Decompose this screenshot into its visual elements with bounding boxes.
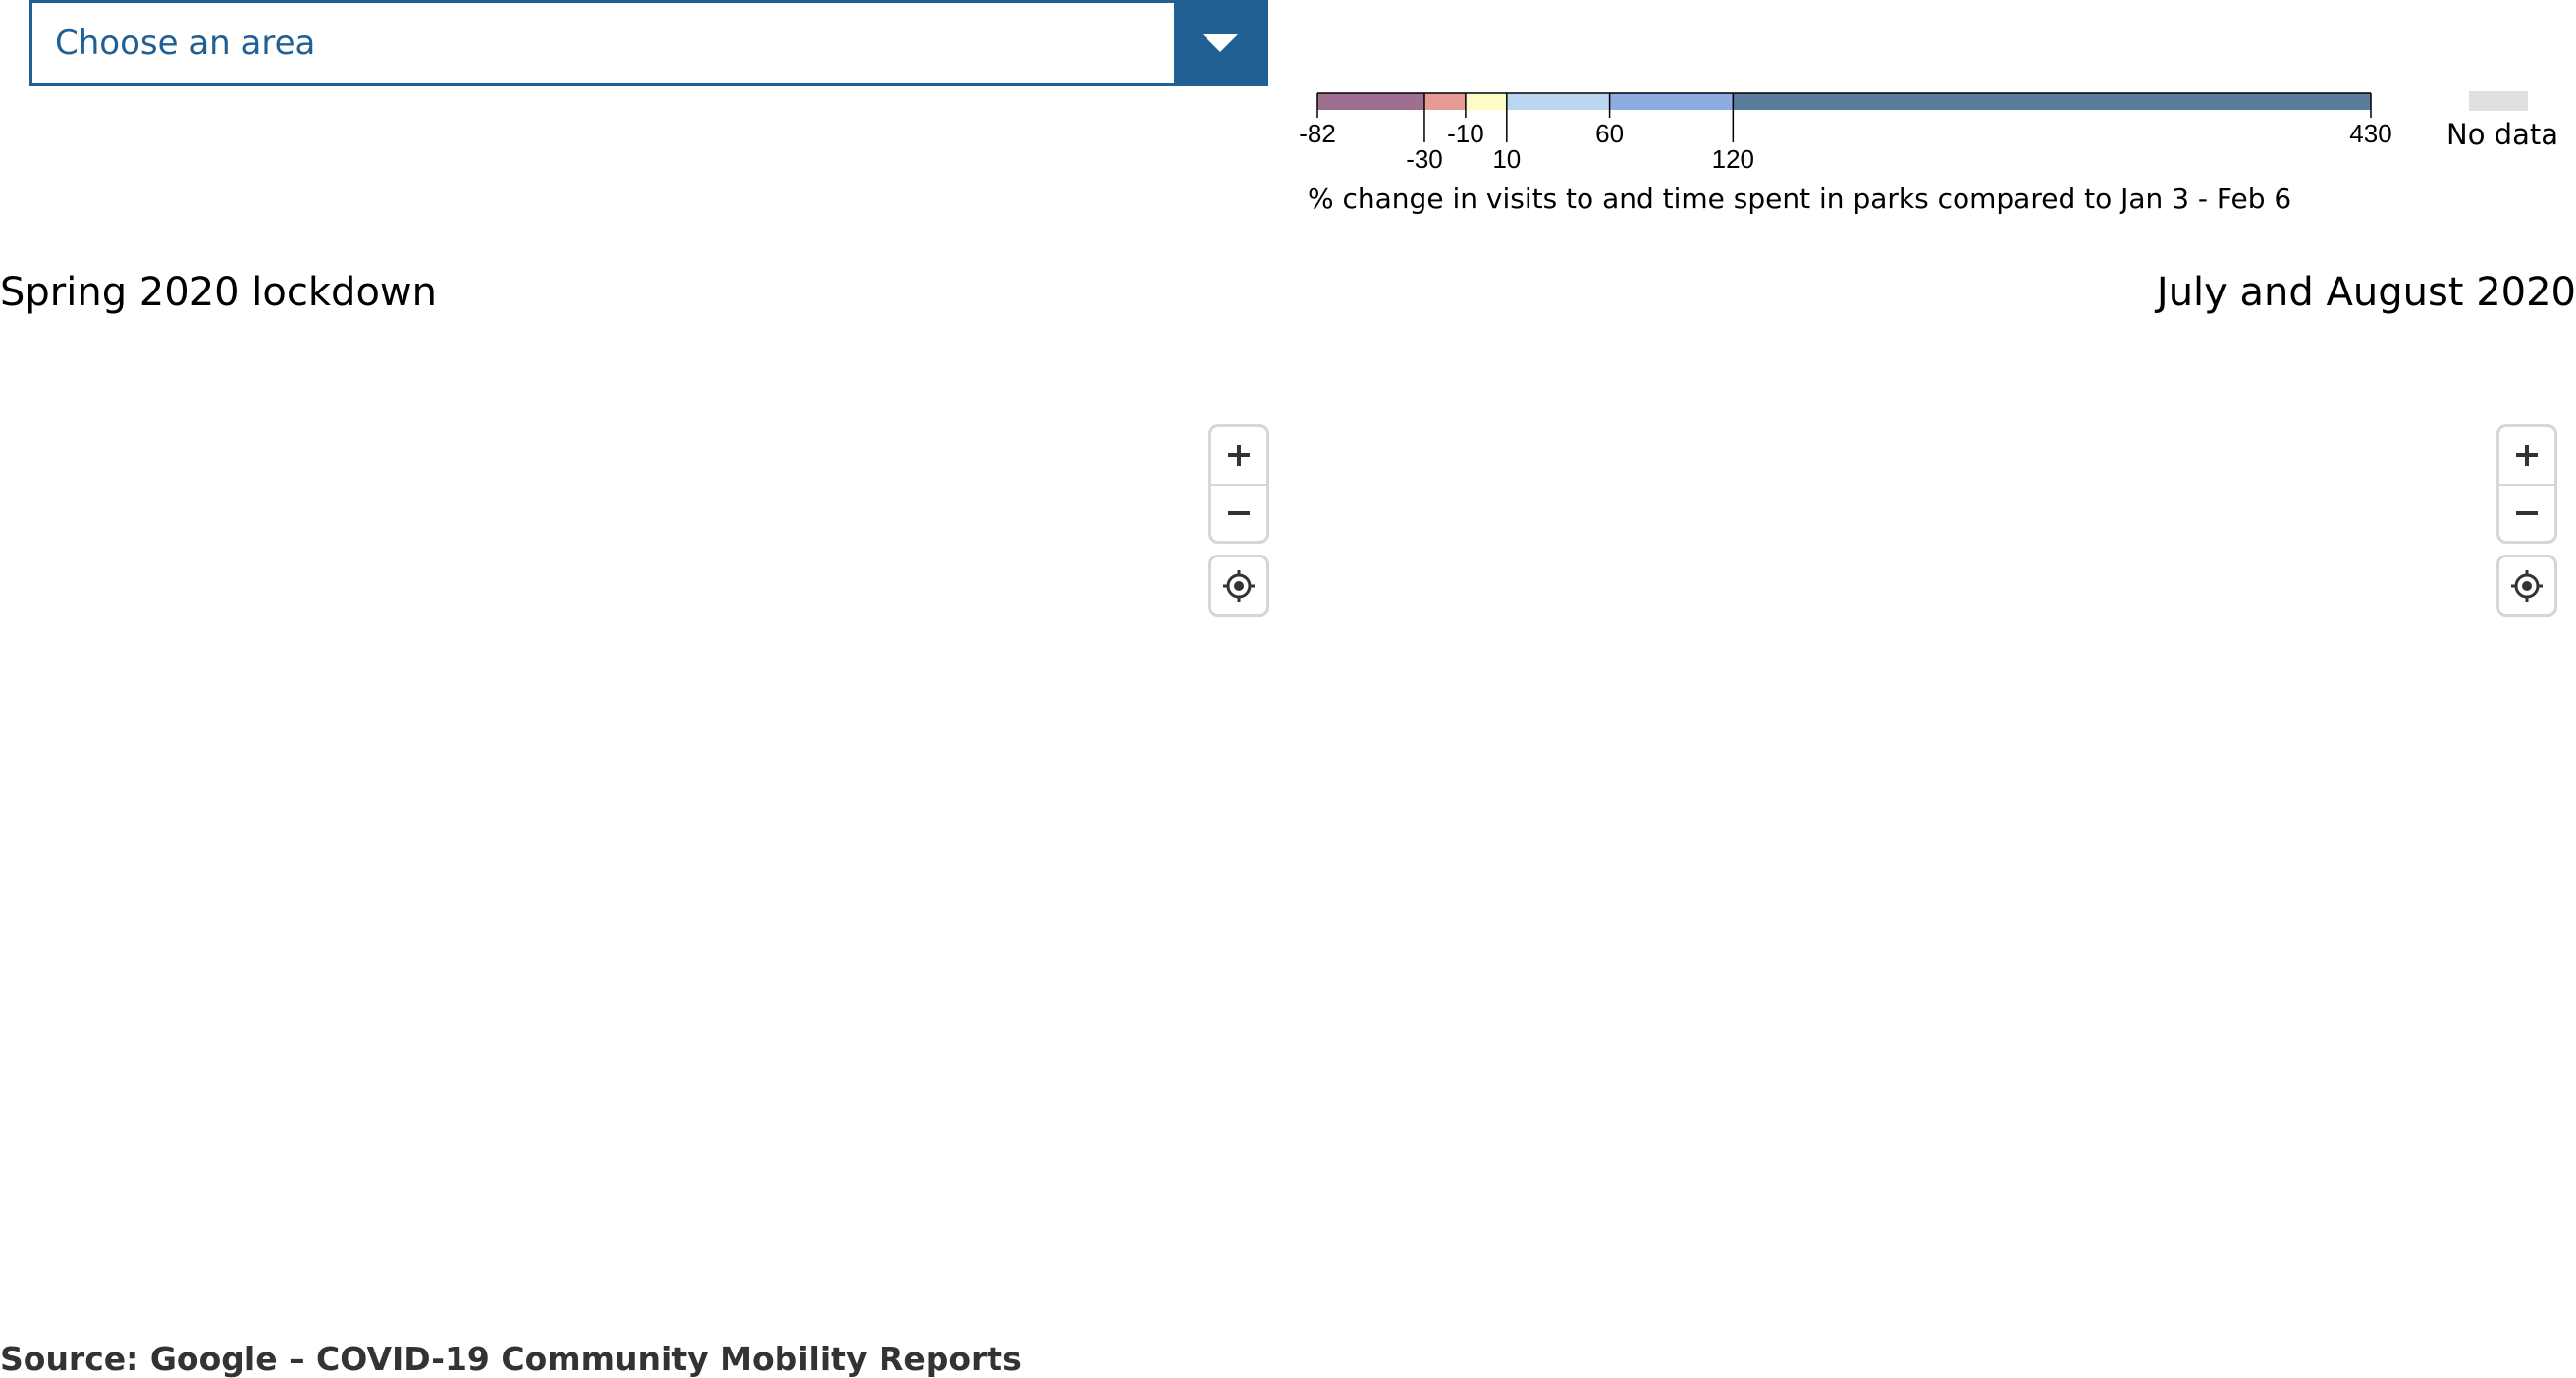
zoom-in-button[interactable] (1211, 427, 1266, 484)
legend-band (1423, 93, 1466, 110)
area-select-value[interactable]: Choose an area (32, 24, 1174, 63)
legend-band (1733, 93, 2371, 110)
area-select-toggle[interactable] (1174, 3, 1265, 83)
legend-tick-label: 60 (1595, 119, 1624, 148)
legend-band (1609, 93, 1734, 110)
locate-button[interactable] (1211, 557, 1266, 614)
legend-tick-label: -30 (1406, 144, 1443, 174)
map-title-spring: Spring 2020 lockdown (0, 270, 437, 315)
legend: -82 -30 -10 10 60 120 430 % change in visits t… (1276, 59, 2576, 226)
minus-icon (1228, 511, 1250, 515)
legend-band (1506, 93, 1610, 110)
chevron-down-icon (1202, 34, 1238, 52)
map-summer[interactable] (1288, 344, 2576, 1276)
legend-tick-label: -10 (1447, 119, 1484, 148)
no-data-label: No data (2446, 118, 2558, 151)
locate-icon (2511, 570, 2543, 602)
zoom-out-button[interactable] (2499, 484, 2554, 541)
no-data-swatch (2469, 91, 2528, 111)
zoom-in-button[interactable] (2499, 427, 2554, 484)
legend-caption: % change in visits to and time spent in … (1308, 183, 2292, 215)
locate-icon (1223, 570, 1255, 602)
legend-tick-label: 10 (1492, 144, 1521, 174)
map-spring[interactable] (0, 344, 1276, 1276)
minus-icon (2516, 511, 2538, 515)
legend-band (1317, 93, 1424, 110)
legend-scale: -82 -30-10 10 60 120 430 (1299, 92, 2392, 174)
locate-button[interactable] (2499, 557, 2554, 614)
plus-icon (2516, 445, 2538, 466)
area-select[interactable]: Choose an area (29, 0, 1268, 86)
zoom-out-button[interactable] (1211, 484, 1266, 541)
legend-tick-label: -82 (1299, 119, 1336, 148)
source-note: Source: Google – COVID-19 Community Mobi… (0, 1340, 1022, 1378)
locate-control (2496, 555, 2557, 617)
legend-band (1465, 93, 1507, 110)
map-title-summer: July and August 2020 (2156, 270, 2576, 315)
zoom-controls (1208, 424, 1269, 544)
legend-tick-label: 120 (1712, 144, 1754, 174)
locate-control (1208, 555, 1269, 617)
zoom-controls (2496, 424, 2557, 544)
legend-tick-label: 430 (2349, 119, 2391, 148)
plus-icon (1228, 445, 1250, 466)
